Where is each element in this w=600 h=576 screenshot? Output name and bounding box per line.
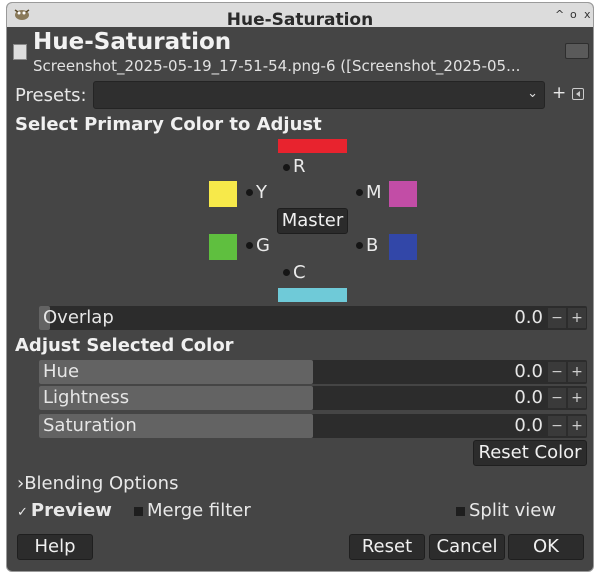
cyan-label: C <box>293 262 306 283</box>
saturation-decrease-button[interactable]: − <box>548 416 566 436</box>
hue-slider-fill <box>39 360 313 384</box>
split-view-checkbox[interactable]: Split view <box>456 500 556 521</box>
lightness-increase-button[interactable]: + <box>568 388 586 408</box>
merge-filter-checkbox[interactable]: Merge filter <box>134 500 251 521</box>
checkbox-icon <box>456 506 465 516</box>
yellow-label: Y <box>256 182 267 203</box>
green-label: G <box>256 235 270 256</box>
presets-label: Presets: <box>15 85 87 106</box>
red-label: R <box>293 156 306 177</box>
saturation-slider[interactable]: Saturation 0.0 − + <box>39 414 587 438</box>
lightness-slider[interactable]: Lightness 0.0 − + <box>39 386 587 410</box>
lightness-decrease-button[interactable]: − <box>548 388 566 408</box>
checkbox-icon <box>134 506 143 516</box>
lightness-label: Lightness <box>43 387 130 408</box>
close-icon[interactable]: x <box>584 9 591 21</box>
lightness-value: 0.0 <box>514 387 543 408</box>
cyan-swatch[interactable] <box>278 288 347 302</box>
green-swatch[interactable] <box>209 234 237 260</box>
hue-increase-button[interactable]: + <box>568 362 586 382</box>
presets-combobox[interactable]: ⌄ <box>93 81 545 109</box>
minimize-icon[interactable]: ^ <box>555 9 564 21</box>
hue-saturation-dialog: Hue-Saturation ^ o x Hue-Saturation Scre… <box>6 2 594 572</box>
green-radio[interactable] <box>246 242 253 249</box>
preview-checkbox[interactable]: ✓ Preview <box>17 500 112 521</box>
hue-value: 0.0 <box>514 361 543 382</box>
cyan-radio[interactable] <box>283 269 290 276</box>
magenta-radio[interactable] <box>356 189 363 196</box>
yellow-swatch[interactable] <box>209 181 237 207</box>
reset-button[interactable]: Reset <box>349 534 425 560</box>
preview-label: Preview <box>30 500 112 521</box>
help-button[interactable]: Help <box>17 534 93 560</box>
red-radio[interactable] <box>283 164 290 171</box>
red-swatch[interactable] <box>278 139 347 153</box>
overlap-increase-button[interactable]: + <box>568 308 586 328</box>
presets-menu-icon[interactable] <box>572 88 584 100</box>
layer-thumbnail-icon <box>13 44 27 60</box>
blending-options-expander[interactable]: ›Blending Options <box>17 473 178 494</box>
hue-decrease-button[interactable]: − <box>548 362 566 382</box>
hue-slider[interactable]: Hue 0.0 − + <box>39 360 587 384</box>
on-canvas-controls-icon[interactable] <box>565 43 589 59</box>
window-titlebar[interactable]: Hue-Saturation ^ o x <box>7 3 593 30</box>
reset-color-button[interactable]: Reset Color <box>473 440 587 466</box>
overlap-label: Overlap <box>43 307 114 328</box>
checkmark-icon: ✓ <box>17 505 28 520</box>
saturation-increase-button[interactable]: + <box>568 416 586 436</box>
blue-swatch[interactable] <box>389 234 417 260</box>
dialog-title: Hue-Saturation <box>33 29 232 55</box>
ok-button[interactable]: OK <box>508 534 584 560</box>
master-button[interactable]: Master <box>277 208 348 234</box>
yellow-radio[interactable] <box>246 189 253 196</box>
hue-label: Hue <box>43 361 80 382</box>
overlap-slider[interactable]: Overlap 0.0 − + <box>39 306 587 330</box>
saturation-value: 0.0 <box>514 415 543 436</box>
overlap-decrease-button[interactable]: − <box>548 308 566 328</box>
dialog-subtitle: Screenshot_2025-05-19_17-51-54.png-6 ([S… <box>33 57 521 75</box>
blue-label: B <box>366 235 379 256</box>
primary-color-heading: Select Primary Color to Adjust <box>15 114 322 135</box>
cancel-button[interactable]: Cancel <box>429 534 505 560</box>
magenta-swatch[interactable] <box>389 181 417 207</box>
add-preset-button[interactable]: + <box>552 83 566 103</box>
merge-filter-label: Merge filter <box>147 500 251 521</box>
blending-options-label: Blending Options <box>24 473 179 494</box>
chevron-down-icon: ⌄ <box>527 86 538 101</box>
blue-radio[interactable] <box>356 242 363 249</box>
maximize-icon[interactable]: o <box>570 9 577 21</box>
saturation-label: Saturation <box>43 415 137 436</box>
magenta-label: M <box>366 182 382 203</box>
split-view-label: Split view <box>469 500 557 521</box>
adjust-color-heading: Adjust Selected Color <box>15 335 234 356</box>
overlap-value: 0.0 <box>514 307 543 328</box>
